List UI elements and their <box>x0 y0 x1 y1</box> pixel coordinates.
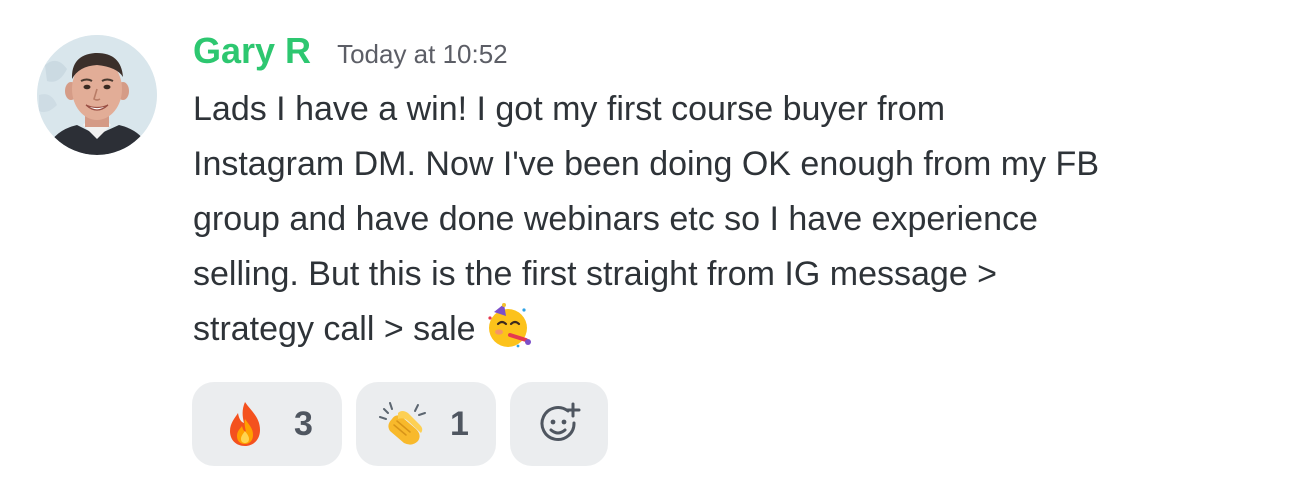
message-text-segment: strategy call > sale <box>193 310 476 348</box>
add-reaction-smiley-icon <box>540 402 581 441</box>
avatar-photo-icon <box>37 35 157 155</box>
chat-message: Gary R Today at 10:52 Lads I have a win!… <box>0 0 1290 500</box>
reaction-count: 3 <box>294 404 313 443</box>
reaction-count: 1 <box>450 404 469 443</box>
message-header: Gary R Today at 10:52 <box>193 30 508 76</box>
username[interactable]: Gary R <box>193 30 311 72</box>
message-text-line: group and have done webinars etc so I ha… <box>193 200 1038 238</box>
fire-emoji-icon <box>230 402 260 446</box>
reaction-fire-button[interactable]: 3 <box>192 382 342 466</box>
reactions-bar: 3 1 <box>192 382 608 466</box>
add-reaction-button[interactable] <box>510 382 608 466</box>
partying-face-emoji-icon <box>484 302 532 350</box>
message-text-line-last: strategy call > sale <box>193 302 1253 357</box>
message-content: Lads I have a win! I got my first course… <box>193 82 1253 357</box>
message-text-line: Lads I have a win! I got my first course… <box>193 90 946 128</box>
message-timestamp: Today at 10:52 <box>337 39 508 69</box>
reaction-clap-button[interactable]: 1 <box>356 382 496 466</box>
message-text-line: selling. But this is the first straight … <box>193 255 998 293</box>
message-text-line: Instagram DM. Now I've been doing OK eno… <box>193 145 1099 183</box>
clapping-hands-emoji-icon <box>379 402 426 445</box>
user-avatar[interactable] <box>37 35 157 155</box>
